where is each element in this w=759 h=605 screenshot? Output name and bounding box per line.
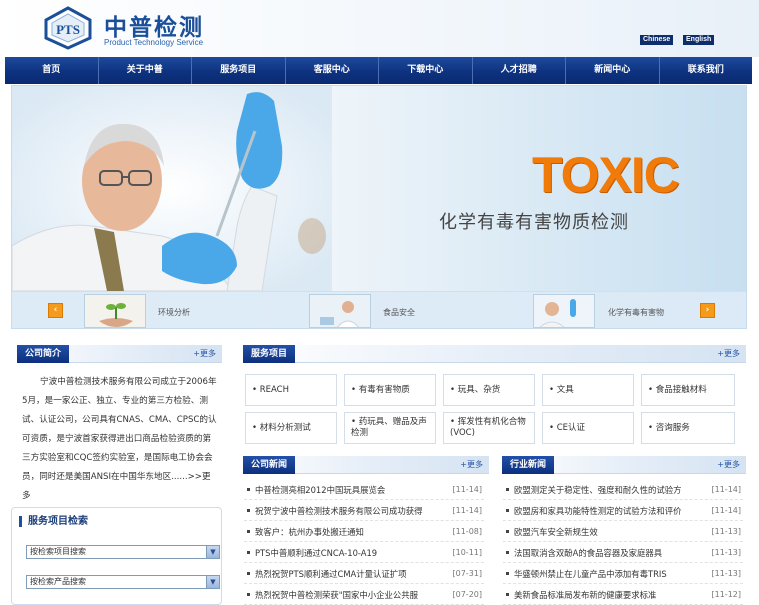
search-by-product-select[interactable]: 按检索产品搜索 ▼ [26,575,220,589]
services-more-link[interactable]: +更多 [717,345,740,363]
hero-banner[interactable]: TOXIC 化学有毒有害物质检测 ‹ 环境分析 食品安全 化学有毒有害物 › [11,85,747,329]
industry-news-title: 行业新闻 [502,456,555,474]
service-material-analysis[interactable]: • 材料分析测试 [245,412,337,444]
list-item[interactable]: 祝贺宁波中普检测技术服务有限公司成功获得 [11-14] [244,501,484,521]
service-toys[interactable]: • 玩具、杂货 [443,374,535,406]
nav-careers[interactable]: 人才招聘 [473,57,566,84]
banner-headline: TOXIC [532,147,680,203]
nav-about[interactable]: 关于中普 [99,57,192,84]
banner-prev-button[interactable]: ‹ [48,303,63,318]
list-item[interactable]: PTS中普顺利通过CNCA-10-A19 [10-11] [244,543,484,563]
thumb-food-safety[interactable] [309,294,371,328]
plant-hands-icon [85,295,145,327]
logo-text-cn: 中普检测 [104,15,204,41]
lab-worker-icon [310,295,370,327]
service-toy-gifts[interactable]: • 药玩具、赠品及声检测 [344,412,436,444]
service-stationery[interactable]: • 文具 [542,374,634,406]
service-reach[interactable]: • REACH [245,374,337,406]
chevron-down-icon[interactable]: ▼ [206,546,219,558]
company-news-more-link[interactable]: +更多 [460,456,483,474]
search-by-item-value: 按检索项目搜索 [30,547,86,556]
search-panel-title: 服务项目检索 [19,516,88,527]
service-search-panel: 服务项目检索 按检索项目搜索 ▼ 按检索产品搜索 ▼ [11,507,222,605]
services-panel-header: 服务项目 +更多 [243,345,746,363]
list-item[interactable]: 中普检测亮相2012中国玩具展览会 [11-14] [244,480,484,500]
company-news-title: 公司新闻 [243,456,296,474]
scientist-thumb-icon [534,295,594,327]
list-item[interactable]: 欧盟房和家具功能特性测定的试验方法和评价 [11-14] [503,501,743,521]
list-item[interactable]: 美新食品标准局发布新的健康要求标准 [11-12] [503,585,743,605]
service-toxic[interactable]: • 有毒有害物质 [344,374,436,406]
lang-chinese-link[interactable]: Chinese [640,35,674,45]
list-item[interactable]: 欧盟汽车安全新规生效 [11-13] [503,522,743,542]
nav-customer-service[interactable]: 客服中心 [286,57,379,84]
intro-panel-title: 公司简介 [17,345,70,363]
services-panel-title: 服务项目 [243,345,296,363]
service-consulting[interactable]: • 咨询服务 [641,412,735,444]
search-by-product-value: 按检索产品搜索 [30,577,86,586]
thumb-label-environment: 环境分析 [158,308,190,317]
svg-text:PTS: PTS [56,22,80,37]
thumb-label-toxic: 化学有毒有害物 [608,308,664,317]
pts-logo-icon[interactable]: PTS [43,6,93,50]
nav-contact[interactable]: 联系我们 [660,57,753,84]
site-header: PTS 中普检测 Product Technology Service Chin… [0,0,759,57]
intro-panel-header: 公司简介 +更多 [17,345,222,363]
nav-downloads[interactable]: 下载中心 [379,57,473,84]
nav-services[interactable]: 服务项目 [192,57,286,84]
scientist-image [12,86,332,291]
service-food-contact[interactable]: • 食品接触材料 [641,374,735,406]
industry-news-more-link[interactable]: +更多 [717,456,740,474]
banner-thumbnail-strip: ‹ 环境分析 食品安全 化学有毒有害物 › [12,291,746,328]
intro-more-link[interactable]: +更多 [193,345,216,363]
company-intro-text: 宁波中普检测技术服务有限公司成立于2006年5月，是一家公正、独立、专业的第三方… [22,377,217,501]
logo-text-en: Product Technology Service [104,38,204,47]
list-item[interactable]: 致客户：杭州办事处搬迁通知 [11-08] [244,522,484,542]
service-ce[interactable]: • CE认证 [542,412,634,444]
banner-next-button[interactable]: › [700,303,715,318]
banner-subtitle: 化学有毒有害物质检测 [439,212,629,233]
nav-news[interactable]: 新闻中心 [566,57,660,84]
list-item[interactable]: 华盛顿州禁止在儿童产品中添加有毒TRIS [11-13] [503,564,743,584]
main-nav: 首页 关于中普 服务项目 客服中心 下载中心 人才招聘 新闻中心 联系我们 [5,57,752,84]
list-item[interactable]: 法国取消含双酚A的食品容器及家庭器具 [11-13] [503,543,743,563]
search-by-item-select[interactable]: 按检索项目搜索 ▼ [26,545,220,559]
list-item[interactable]: 热烈祝贺中普检测荣获"国家中小企业公共服 [07-20] [244,585,484,605]
nav-home[interactable]: 首页 [5,57,99,84]
thumb-environment[interactable] [84,294,146,328]
lang-english-link[interactable]: English [683,35,715,45]
thumb-toxic[interactable] [533,294,595,328]
list-item[interactable]: 欧盟测定关于稳定性、强度和耐久性的试验方 [11-14] [503,480,743,500]
company-news-header: 公司新闻 +更多 [243,456,489,474]
thumb-label-food-safety: 食品安全 [383,308,415,317]
service-voc[interactable]: • 挥发性有机化合物(VOC) [443,412,535,444]
list-item[interactable]: 热烈祝贺PTS顺利通过CMA计量认证扩项 [07-31] [244,564,484,584]
chevron-down-icon[interactable]: ▼ [206,576,219,588]
industry-news-header: 行业新闻 +更多 [502,456,746,474]
